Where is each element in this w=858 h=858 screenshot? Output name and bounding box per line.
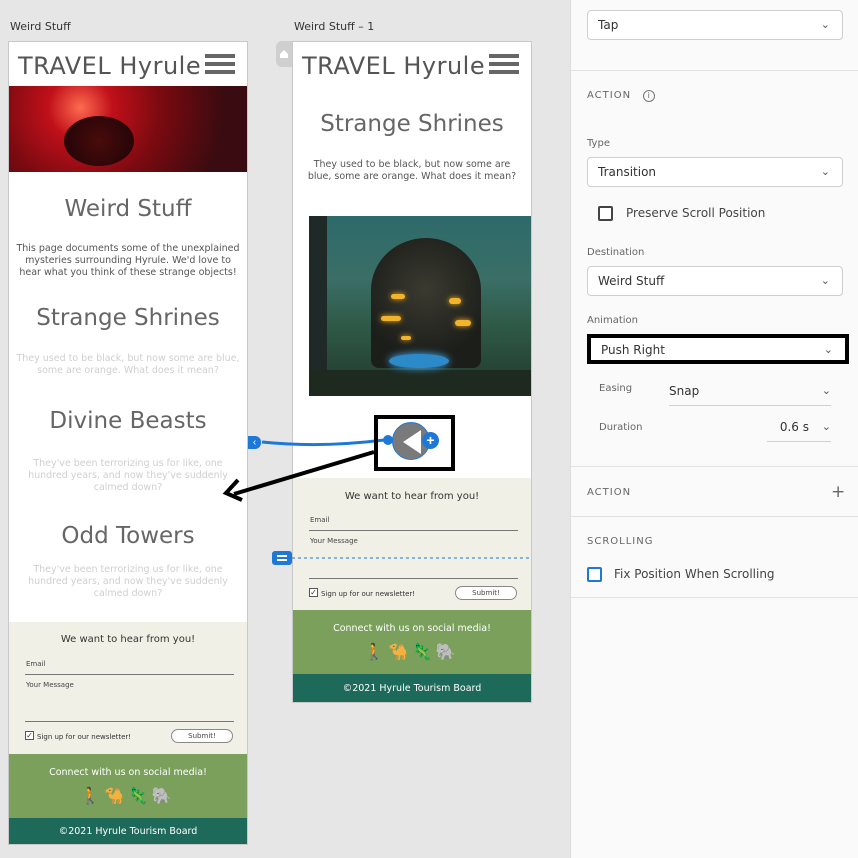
easing-label: Easing: [599, 383, 633, 394]
chevron-down-icon: ⌄: [821, 420, 831, 433]
section-text-weird-stuff: This page documents some of the unexplai…: [16, 243, 240, 278]
destination-label: Destination: [587, 247, 645, 258]
type-label: Type: [587, 138, 610, 149]
shrine-image: [309, 216, 531, 396]
trigger-value: Tap: [598, 18, 619, 32]
hamburger-menu-icon[interactable]: [489, 54, 519, 74]
preserve-scroll-label: Preserve Scroll Position: [626, 206, 766, 220]
site-header: TRAVEL Hyrule: [9, 42, 247, 86]
section-heading-divine-beasts: Divine Beasts: [49, 408, 207, 434]
message-field[interactable]: [309, 578, 518, 579]
hero-image: [9, 86, 247, 172]
add-interaction-button[interactable]: +: [422, 432, 439, 449]
animation-label: Animation: [587, 315, 638, 326]
info-icon[interactable]: i: [643, 90, 656, 102]
contact-form: We want to hear from you! Email Your Mes…: [293, 478, 531, 610]
fold-handle[interactable]: [272, 551, 292, 565]
contact-title: We want to hear from you!: [344, 491, 480, 502]
contact-title: We want to hear from you!: [60, 634, 196, 645]
fix-position-checkbox[interactable]: [587, 567, 602, 582]
duration-label: Duration: [599, 422, 643, 433]
artboard-label-weird-stuff[interactable]: Weird Stuff: [10, 20, 71, 33]
contact-form: We want to hear from you! Email Your Mes…: [9, 622, 247, 754]
newsletter-label: Sign up for our newsletter!: [321, 590, 416, 598]
submit-button[interactable]: Submit!: [455, 586, 517, 600]
site-brand: TRAVEL Hyrule: [302, 52, 486, 80]
site-header: TRAVEL Hyrule: [293, 42, 531, 86]
animation-value: Push Right: [601, 343, 665, 357]
destination-value: Weird Stuff: [598, 274, 665, 288]
message-label: Your Message: [310, 537, 358, 545]
section-heading-weird-stuff: Weird Stuff: [64, 196, 192, 222]
type-value: Transition: [598, 165, 657, 179]
easing-value: Snap: [669, 384, 700, 398]
section-heading-strange-shrines: Strange Shrines: [36, 305, 220, 331]
section-text-strange-shrines: They used to be black, but now some are …: [16, 353, 240, 376]
section-text-divine-beasts: They've been terrorizing us for like, on…: [28, 458, 228, 493]
site-brand: TRAVEL Hyrule: [18, 52, 202, 80]
easing-select[interactable]: Snap ⌄: [669, 378, 831, 406]
email-field[interactable]: [25, 674, 234, 675]
chevron-down-icon: ⌄: [821, 384, 831, 397]
email-label: Email: [26, 660, 46, 668]
action-section-title-2: ACTION: [587, 487, 632, 498]
submit-button[interactable]: Submit!: [171, 729, 233, 743]
newsletter-checkbox[interactable]: ✓: [25, 731, 34, 740]
email-field[interactable]: [309, 530, 518, 531]
animation-select[interactable]: Push Right ⌄: [587, 334, 849, 364]
email-label: Email: [310, 516, 330, 524]
newsletter-checkbox[interactable]: ✓: [309, 588, 318, 597]
artboard-weird-stuff[interactable]: TRAVEL Hyrule Weird Stuff This page docu…: [8, 41, 248, 845]
properties-panel: Tap ⌄ ACTION i Type Transition ⌄ Preserv…: [570, 0, 858, 858]
trigger-select[interactable]: Tap ⌄: [587, 10, 843, 40]
social-section: Connect with us on social media! 🚶🐪🦎🐘: [293, 610, 531, 674]
social-icons[interactable]: 🚶🐪🦎🐘: [9, 786, 247, 806]
site-footer: ©2021 Hyrule Tourism Board: [9, 818, 247, 844]
chevron-down-icon: ⌄: [820, 165, 830, 178]
message-label: Your Message: [26, 681, 74, 689]
add-action-button[interactable]: +: [831, 482, 845, 502]
social-section: Connect with us on social media! 🚶🐪🦎🐘: [9, 754, 247, 818]
section-heading-odd-towers: Odd Towers: [61, 523, 195, 549]
social-title: Connect with us on social media!: [333, 623, 491, 634]
home-marker[interactable]: [276, 41, 292, 67]
hamburger-menu-icon[interactable]: [205, 54, 235, 74]
duration-value: 0.6 s: [779, 420, 809, 434]
social-icons[interactable]: 🚶🐪🦎🐘: [293, 642, 531, 662]
section-text-odd-towers: They've been terrorizing us for like, on…: [28, 564, 228, 599]
type-select[interactable]: Transition ⌄: [587, 157, 843, 187]
fix-position-label: Fix Position When Scrolling: [614, 567, 775, 581]
connector-endpoint-left[interactable]: ‹: [248, 436, 261, 449]
preserve-scroll-checkbox[interactable]: [598, 206, 613, 221]
duration-select[interactable]: 0.6 s ⌄: [767, 414, 831, 442]
artboard-weird-stuff-1[interactable]: TRAVEL Hyrule Strange Shrines They used …: [292, 41, 532, 703]
section-heading-strange-shrines: Strange Shrines: [320, 111, 504, 137]
destination-select[interactable]: Weird Stuff ⌄: [587, 266, 843, 296]
message-field[interactable]: [25, 721, 234, 722]
chevron-down-icon: ⌄: [820, 18, 830, 31]
action-section-title: ACTION i: [587, 90, 656, 102]
chevron-down-icon: ⌄: [823, 343, 833, 356]
chevron-down-icon: ⌄: [820, 274, 830, 287]
artboard-label-weird-stuff-1[interactable]: Weird Stuff – 1: [294, 20, 374, 33]
section-text-strange-shrines: They used to be black, but now some are …: [307, 159, 517, 182]
newsletter-label: Sign up for our newsletter!: [37, 733, 132, 741]
scrolling-section-title: SCROLLING: [587, 536, 654, 547]
site-footer: ©2021 Hyrule Tourism Board: [293, 674, 531, 702]
social-title: Connect with us on social media!: [49, 767, 207, 778]
